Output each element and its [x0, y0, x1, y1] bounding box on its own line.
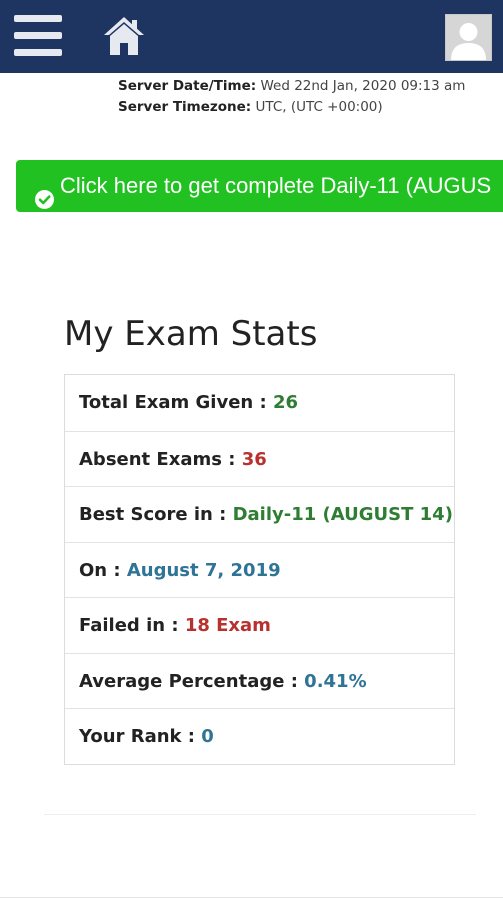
server-datetime-label: Server Date/Time: — [118, 78, 257, 94]
stat-label: Failed in : — [79, 615, 185, 636]
stat-row-failed-in: Failed in : 18 Exam — [65, 597, 454, 653]
divider — [44, 814, 476, 815]
server-info: Server Date/Time: Wed 22nd Jan, 2020 09:… — [118, 76, 465, 118]
home-icon[interactable] — [102, 14, 146, 58]
user-avatar-icon[interactable] — [445, 14, 492, 61]
stat-label: On : — [79, 559, 127, 581]
stat-value: 26 — [272, 392, 299, 413]
stat-row-on-date: On : August 7, 2019 — [65, 541, 454, 598]
stat-value: 0.41% — [304, 670, 367, 692]
server-datetime-value: Wed 22nd Jan, 2020 09:13 am — [260, 78, 466, 94]
stats-table: Total Exam Given : 26 Absent Exams : 36 … — [64, 374, 455, 765]
server-datetime: Server Date/Time: Wed 22nd Jan, 2020 09:… — [118, 76, 465, 97]
top-navbar — [0, 0, 503, 73]
stat-value: 18 Exam — [184, 615, 271, 636]
stat-row-average-percentage: Average Percentage : 0.41% — [65, 652, 454, 709]
daily-exam-banner-button[interactable]: Click here to get complete Daily-11 (AUG… — [16, 160, 503, 212]
bottom-divider — [0, 897, 503, 898]
stat-value: 0 — [201, 726, 214, 747]
stat-row-total-exam-given: Total Exam Given : 26 — [65, 375, 454, 431]
stat-label: Total Exam Given : — [79, 392, 273, 413]
stat-label: Absent Exams : — [79, 448, 242, 470]
stat-value: August 7, 2019 — [126, 559, 281, 581]
stat-label: Your Rank : — [79, 726, 202, 747]
stat-label: Average Percentage : — [79, 670, 305, 692]
server-timezone-label: Server Timezone: — [118, 99, 252, 115]
stats-title: My Exam Stats — [64, 314, 318, 354]
stat-value: 36 — [241, 448, 267, 470]
stat-row-absent-exams: Absent Exams : 36 — [65, 430, 454, 487]
server-timezone: Server Timezone: UTC, (UTC +00:00) — [118, 97, 465, 118]
stat-value: Daily-11 (AUGUST 14) — [232, 504, 453, 525]
server-timezone-value: UTC, (UTC +00:00) — [255, 99, 383, 115]
stat-label: Best Score in : — [79, 504, 233, 525]
check-circle-icon — [35, 176, 54, 209]
stat-row-best-score: Best Score in : Daily-11 (AUGUST 14) — [65, 486, 454, 542]
stat-row-your-rank: Your Rank : 0 — [65, 708, 454, 764]
page: Server Date/Time: Wed 22nd Jan, 2020 09:… — [0, 0, 503, 900]
hamburger-menu-icon[interactable] — [14, 15, 62, 57]
banner-text: Click here to get complete Daily-11 (AUG… — [60, 173, 492, 198]
